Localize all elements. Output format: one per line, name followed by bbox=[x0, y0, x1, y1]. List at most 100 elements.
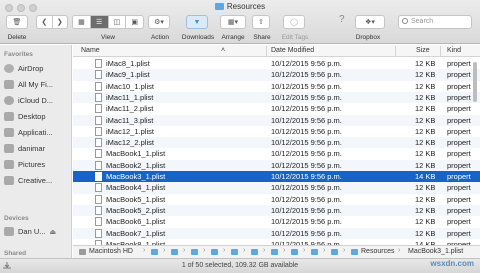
table-row[interactable]: iMac11_2.plist 10/12/2015 9:56 p.m. 12 KB p… bbox=[73, 103, 480, 114]
path-folder-icon[interactable] bbox=[251, 249, 258, 255]
sidebar-item-label: Applicati... bbox=[18, 128, 53, 137]
plist-file-icon bbox=[95, 104, 102, 114]
table-row[interactable]: MacBook3_1.plist 10/12/2015 9:56 p.m. 14 K… bbox=[73, 171, 480, 183]
search-input[interactable]: Search bbox=[398, 15, 472, 29]
shared-header: Shared bbox=[4, 250, 27, 257]
path-folder-icon[interactable] bbox=[211, 249, 218, 255]
sidebar-item-label: AirDrop bbox=[18, 64, 44, 73]
sidebar-item-creative-cloud[interactable]: Creative... bbox=[4, 174, 70, 187]
table-row[interactable]: MacBook6_1.plist 10/12/2015 9:56 p.m. 12 K… bbox=[73, 216, 480, 227]
delete-button[interactable]: 🗑 bbox=[6, 15, 28, 29]
table-row[interactable]: iMac8_1.plist 10/12/2015 9:56 p.m. 12 KB pr… bbox=[73, 58, 480, 69]
path-folder-icon[interactable] bbox=[271, 249, 278, 255]
sidebar-item-device[interactable]: Dan U... ⏏ bbox=[4, 225, 70, 238]
arrange-label: Arrange bbox=[221, 34, 245, 41]
cover-flow-icon[interactable]: ▣ bbox=[126, 16, 143, 28]
path-folder-icon[interactable] bbox=[331, 249, 338, 255]
file-date-modified: 10/12/2015 9:56 p.m. bbox=[271, 115, 342, 125]
table-row[interactable]: MacBook2_1.plist 10/12/2015 9:56 p.m. 12 K… bbox=[73, 159, 480, 171]
gear-icon: ⚙▾ bbox=[154, 19, 164, 26]
help-icon[interactable]: ? bbox=[339, 14, 345, 25]
file-name: iMac9_1.plist bbox=[106, 70, 150, 80]
column-date-modified[interactable]: Date Modified bbox=[271, 47, 314, 54]
sidebar-item-applications[interactable]: Applicati... bbox=[4, 126, 70, 139]
icon-view-icon[interactable]: ▦ bbox=[73, 16, 91, 28]
path-folder-icon[interactable] bbox=[311, 249, 318, 255]
path-separator: › bbox=[343, 247, 346, 254]
downloads-button[interactable]: ▼ bbox=[186, 15, 208, 29]
sidebar-item-icloud-drive[interactable]: iCloud D... bbox=[4, 94, 70, 107]
watermark: wsxdn.com bbox=[430, 259, 474, 268]
arrange-button[interactable]: ▦▾ bbox=[220, 15, 246, 29]
path-folder-icon[interactable] bbox=[151, 249, 158, 255]
table-row[interactable]: MacBook4_1.plist 10/12/2015 9:56 p.m. 12 K… bbox=[73, 182, 480, 194]
status-text: 1 of 50 selected, 109.32 GB available bbox=[181, 262, 299, 269]
sidebar-item-airdrop[interactable]: AirDrop bbox=[4, 62, 70, 75]
table-row[interactable]: iMac11_1.plist 10/12/2015 9:56 p.m. 12 KB p… bbox=[73, 91, 480, 104]
view-segmented-control[interactable]: ▦ ☰ ◫ ▣ bbox=[72, 15, 144, 29]
table-row[interactable]: MacBook5_2.plist 10/12/2015 9:56 p.m. 12 K… bbox=[73, 204, 480, 217]
file-kind: propert bbox=[447, 172, 471, 181]
vertical-scrollbar[interactable] bbox=[472, 58, 479, 245]
table-row[interactable]: iMac10_1.plist 10/12/2015 9:56 p.m. 12 KB p… bbox=[73, 81, 480, 92]
trash-icon: 🗑 bbox=[12, 19, 22, 26]
table-row[interactable]: iMac12_1.plist 10/12/2015 9:56 p.m. 12 KB p… bbox=[73, 126, 480, 137]
plist-file-icon bbox=[95, 183, 102, 193]
table-row[interactable]: iMac12_2.plist 10/12/2015 9:56 p.m. 12 KB p… bbox=[73, 137, 480, 149]
plist-file-icon bbox=[95, 59, 102, 68]
column-view-icon[interactable]: ◫ bbox=[109, 16, 127, 28]
edit-tags-button[interactable]: ◯ bbox=[283, 15, 305, 29]
eject-icon[interactable]: ⏏ bbox=[50, 228, 57, 236]
file-date-modified: 10/12/2015 9:56 p.m. bbox=[271, 183, 342, 193]
action-button[interactable]: ⚙▾ bbox=[148, 15, 170, 29]
path-folder[interactable]: Resources bbox=[361, 248, 394, 255]
path-folder-icon[interactable] bbox=[231, 249, 238, 255]
status-bar: 1 of 50 selected, 109.32 GB available bbox=[0, 258, 480, 273]
path-file[interactable]: MacBook3_1.plist bbox=[408, 248, 463, 255]
plist-file-icon bbox=[95, 172, 102, 181]
column-kind[interactable]: Kind bbox=[447, 47, 461, 54]
sidebar-item-desktop[interactable]: Desktop bbox=[4, 110, 70, 123]
sidebar-item-all-my-files[interactable]: All My Fi... bbox=[4, 78, 70, 91]
sidebar-item-danimar[interactable]: danimar bbox=[4, 142, 70, 155]
laptop-icon bbox=[4, 227, 14, 236]
path-folder-icon[interactable] bbox=[191, 249, 198, 255]
scrollbar-thumb[interactable] bbox=[473, 62, 477, 102]
path-drive[interactable]: Macintosh HD bbox=[89, 248, 133, 255]
window-title: Resources bbox=[0, 2, 480, 11]
back-icon[interactable]: ❮ bbox=[37, 16, 53, 28]
file-name: MacBook2_1.plist bbox=[106, 160, 166, 170]
table-row[interactable]: MacBook7_1.plist 10/12/2015 9:56 p.m. 12 K… bbox=[73, 227, 480, 239]
file-kind: propert bbox=[447, 160, 471, 170]
file-name: MacBook5_2.plist bbox=[106, 205, 166, 215]
list-view-icon[interactable]: ☰ bbox=[90, 16, 109, 28]
back-forward-buttons[interactable]: ❮ ❯ bbox=[36, 15, 68, 29]
file-list: Name ˄ Date Modified Size Kind iMac8_1.p… bbox=[73, 45, 480, 249]
table-row[interactable]: iMac9_1.plist 10/12/2015 9:56 p.m. 12 KB pr… bbox=[73, 69, 480, 81]
table-row[interactable]: MacBook1_1.plist 10/12/2015 9:56 p.m. 12 K… bbox=[73, 148, 480, 159]
table-row[interactable]: MacBook5_1.plist 10/12/2015 9:56 p.m. 12 K… bbox=[73, 194, 480, 205]
file-size: 12 KB bbox=[415, 138, 436, 148]
path-folder-icon[interactable] bbox=[171, 249, 178, 255]
sidebar-resize-icon[interactable] bbox=[2, 260, 12, 269]
downloads-label: Downloads bbox=[181, 34, 215, 41]
column-size[interactable]: Size bbox=[416, 47, 430, 54]
action-label: Action bbox=[150, 34, 170, 41]
all-files-icon bbox=[4, 80, 14, 89]
dropbox-button[interactable]: ❖▾ bbox=[355, 15, 385, 29]
file-size: 12 KB bbox=[415, 160, 436, 170]
file-size: 12 KB bbox=[415, 59, 436, 68]
file-size: 12 KB bbox=[415, 194, 436, 204]
table-row[interactable]: iMac11_3.plist 10/12/2015 9:56 p.m. 12 KB p… bbox=[73, 114, 480, 126]
forward-icon[interactable]: ❯ bbox=[53, 16, 68, 28]
dropbox-icon: ❖▾ bbox=[365, 19, 375, 26]
sidebar-item-label: Desktop bbox=[18, 112, 46, 121]
share-label: Share bbox=[253, 34, 271, 41]
share-button[interactable]: ⇧ bbox=[252, 15, 270, 29]
column-name[interactable]: Name bbox=[81, 47, 100, 54]
path-folder-icon[interactable] bbox=[291, 249, 298, 255]
desktop-icon bbox=[4, 112, 14, 121]
sidebar-item-pictures[interactable]: Pictures bbox=[4, 158, 70, 171]
finder-window: Resources ❮ ❯ 🗑 Delete ▦ ☰ ◫ ▣ View ⚙▾ Ac… bbox=[0, 0, 480, 273]
file-date-modified: 10/12/2015 9:56 p.m. bbox=[271, 138, 342, 148]
